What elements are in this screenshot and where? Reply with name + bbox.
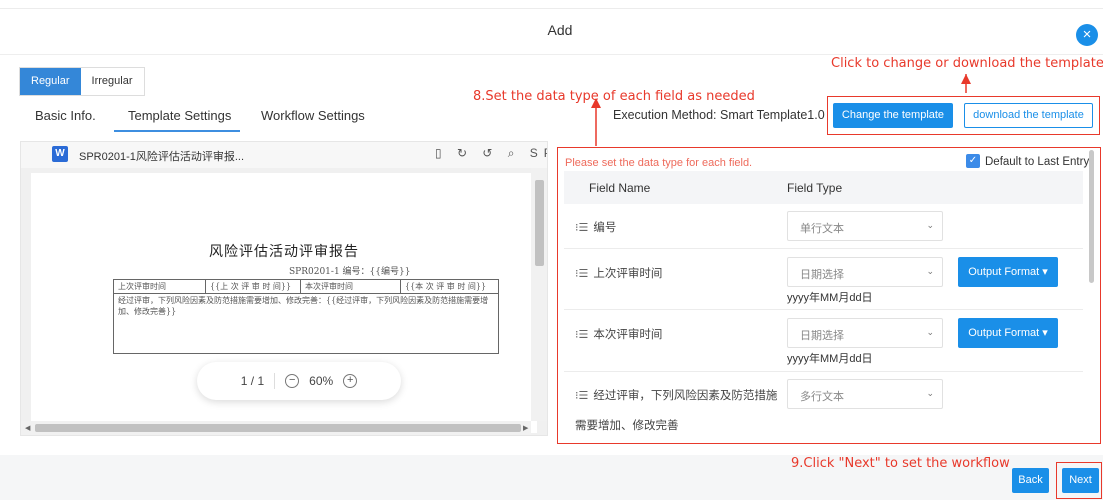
document-page: 风险评估活动评审报告 SPR0201-1 编号：{{编号}} 上次评审时间 {{…: [31, 173, 537, 433]
document-title: 风险评估活动评审报告: [209, 244, 359, 260]
zoom-level: 60%: [309, 374, 334, 388]
doc-cell: 本次评审时间: [300, 279, 401, 294]
document-preview: W SPR0201-1风险评估活动评审报... ▯ ↻ ↺ ⌕ SP 风险评估活…: [20, 141, 548, 436]
row-divider: [564, 248, 1083, 249]
col-field-type: Field Type: [787, 181, 843, 195]
chevron-down-icon: ⌄: [926, 388, 934, 398]
page-indicator: 1 / 1: [240, 374, 265, 388]
preview-toolbar: W SPR0201-1风险评估活动评审报... ▯ ↻ ↺ ⌕ SP: [21, 142, 547, 168]
zoom-out-icon[interactable]: −: [285, 374, 300, 388]
row-divider: [564, 309, 1083, 310]
field-type-hint: Please set the data type for each field.: [565, 157, 753, 169]
field-type-select[interactable]: 多行文本 ⌄: [787, 379, 943, 409]
drag-handle-icon[interactable]: ⁝☰: [575, 329, 588, 341]
document-table: 上次评审时间 {{上 次 评 审 时 间}} 本次评审时间 {{本 次 评 审 …: [113, 279, 499, 354]
scroll-left-icon[interactable]: ◀: [25, 424, 30, 432]
field-row-name: ⁝☰ 编号: [575, 222, 617, 234]
chevron-down-icon: ⌄: [926, 220, 934, 230]
word-file-icon: W: [52, 146, 68, 162]
checkbox-checked-icon[interactable]: ✓: [966, 154, 980, 168]
doc-cell: {{上 次 评 审 时 间}}: [205, 279, 301, 294]
download-template-button[interactable]: download the template: [964, 103, 1093, 128]
preview-vertical-scrollbar[interactable]: [531, 168, 547, 421]
output-format-value: yyyy年MM月dd日: [787, 292, 873, 304]
panel-scrollbar[interactable]: [1089, 150, 1094, 283]
row-divider: [564, 371, 1083, 372]
back-button[interactable]: Back: [1012, 468, 1049, 493]
chevron-down-icon: ⌄: [926, 327, 934, 337]
document-code: SPR0201-1 编号：{{编号}}: [289, 267, 411, 277]
default-last-entry-label[interactable]: Default to Last Entry: [985, 156, 1089, 168]
annotation-next: 9.Click "Next" to set the workflow: [791, 456, 1010, 471]
preview-tools[interactable]: ▯ ↻ ↺ ⌕ SP: [435, 146, 547, 161]
doc-cell: 经过评审，下列风险因素及防范措施需要增加、修改完善：{{经过评审，下列风险因素及…: [113, 293, 499, 354]
drag-handle-icon[interactable]: ⁝☰: [575, 390, 588, 402]
chevron-down-icon: ⌄: [926, 266, 934, 276]
zoom-control: 1 / 1 − 60% +: [197, 362, 401, 400]
field-row-name: ⁝☰ 经过评审，下列风险因素及防范措施: [575, 390, 778, 402]
field-row-name-cont: 需要增加、修改完善: [575, 420, 679, 432]
preview-file-name: SPR0201-1风险评估活动评审报...: [79, 151, 245, 163]
field-type-select[interactable]: 日期选择 ⌄: [787, 318, 943, 348]
scroll-thumb[interactable]: [35, 424, 521, 432]
drag-handle-icon[interactable]: ⁝☰: [575, 222, 588, 234]
output-format-button[interactable]: Output Format ▾: [958, 257, 1058, 287]
execution-method: Execution Method: Smart Template1.0: [613, 108, 825, 122]
next-button[interactable]: Next: [1062, 468, 1099, 493]
field-type-select[interactable]: 日期选择 ⌄: [787, 257, 943, 287]
doc-cell: {{本 次 评 审 时 间}}: [400, 279, 499, 294]
zoom-in-icon[interactable]: +: [343, 374, 358, 388]
preview-horizontal-scrollbar[interactable]: ◀ ▶: [21, 421, 531, 435]
output-format-value: yyyy年MM月dd日: [787, 353, 873, 365]
field-row-name: ⁝☰ 本次评审时间: [575, 329, 663, 341]
output-format-button[interactable]: Output Format ▾: [958, 318, 1058, 348]
col-field-name: Field Name: [589, 181, 651, 195]
drag-handle-icon[interactable]: ⁝☰: [575, 268, 588, 280]
scroll-right-icon[interactable]: ▶: [523, 424, 528, 432]
change-template-button[interactable]: Change the template: [833, 103, 953, 128]
field-type-select[interactable]: 单行文本 ⌄: [787, 211, 943, 241]
doc-cell: 上次评审时间: [113, 279, 206, 294]
scroll-thumb[interactable]: [535, 180, 544, 266]
field-row-name: ⁝☰ 上次评审时间: [575, 268, 663, 280]
